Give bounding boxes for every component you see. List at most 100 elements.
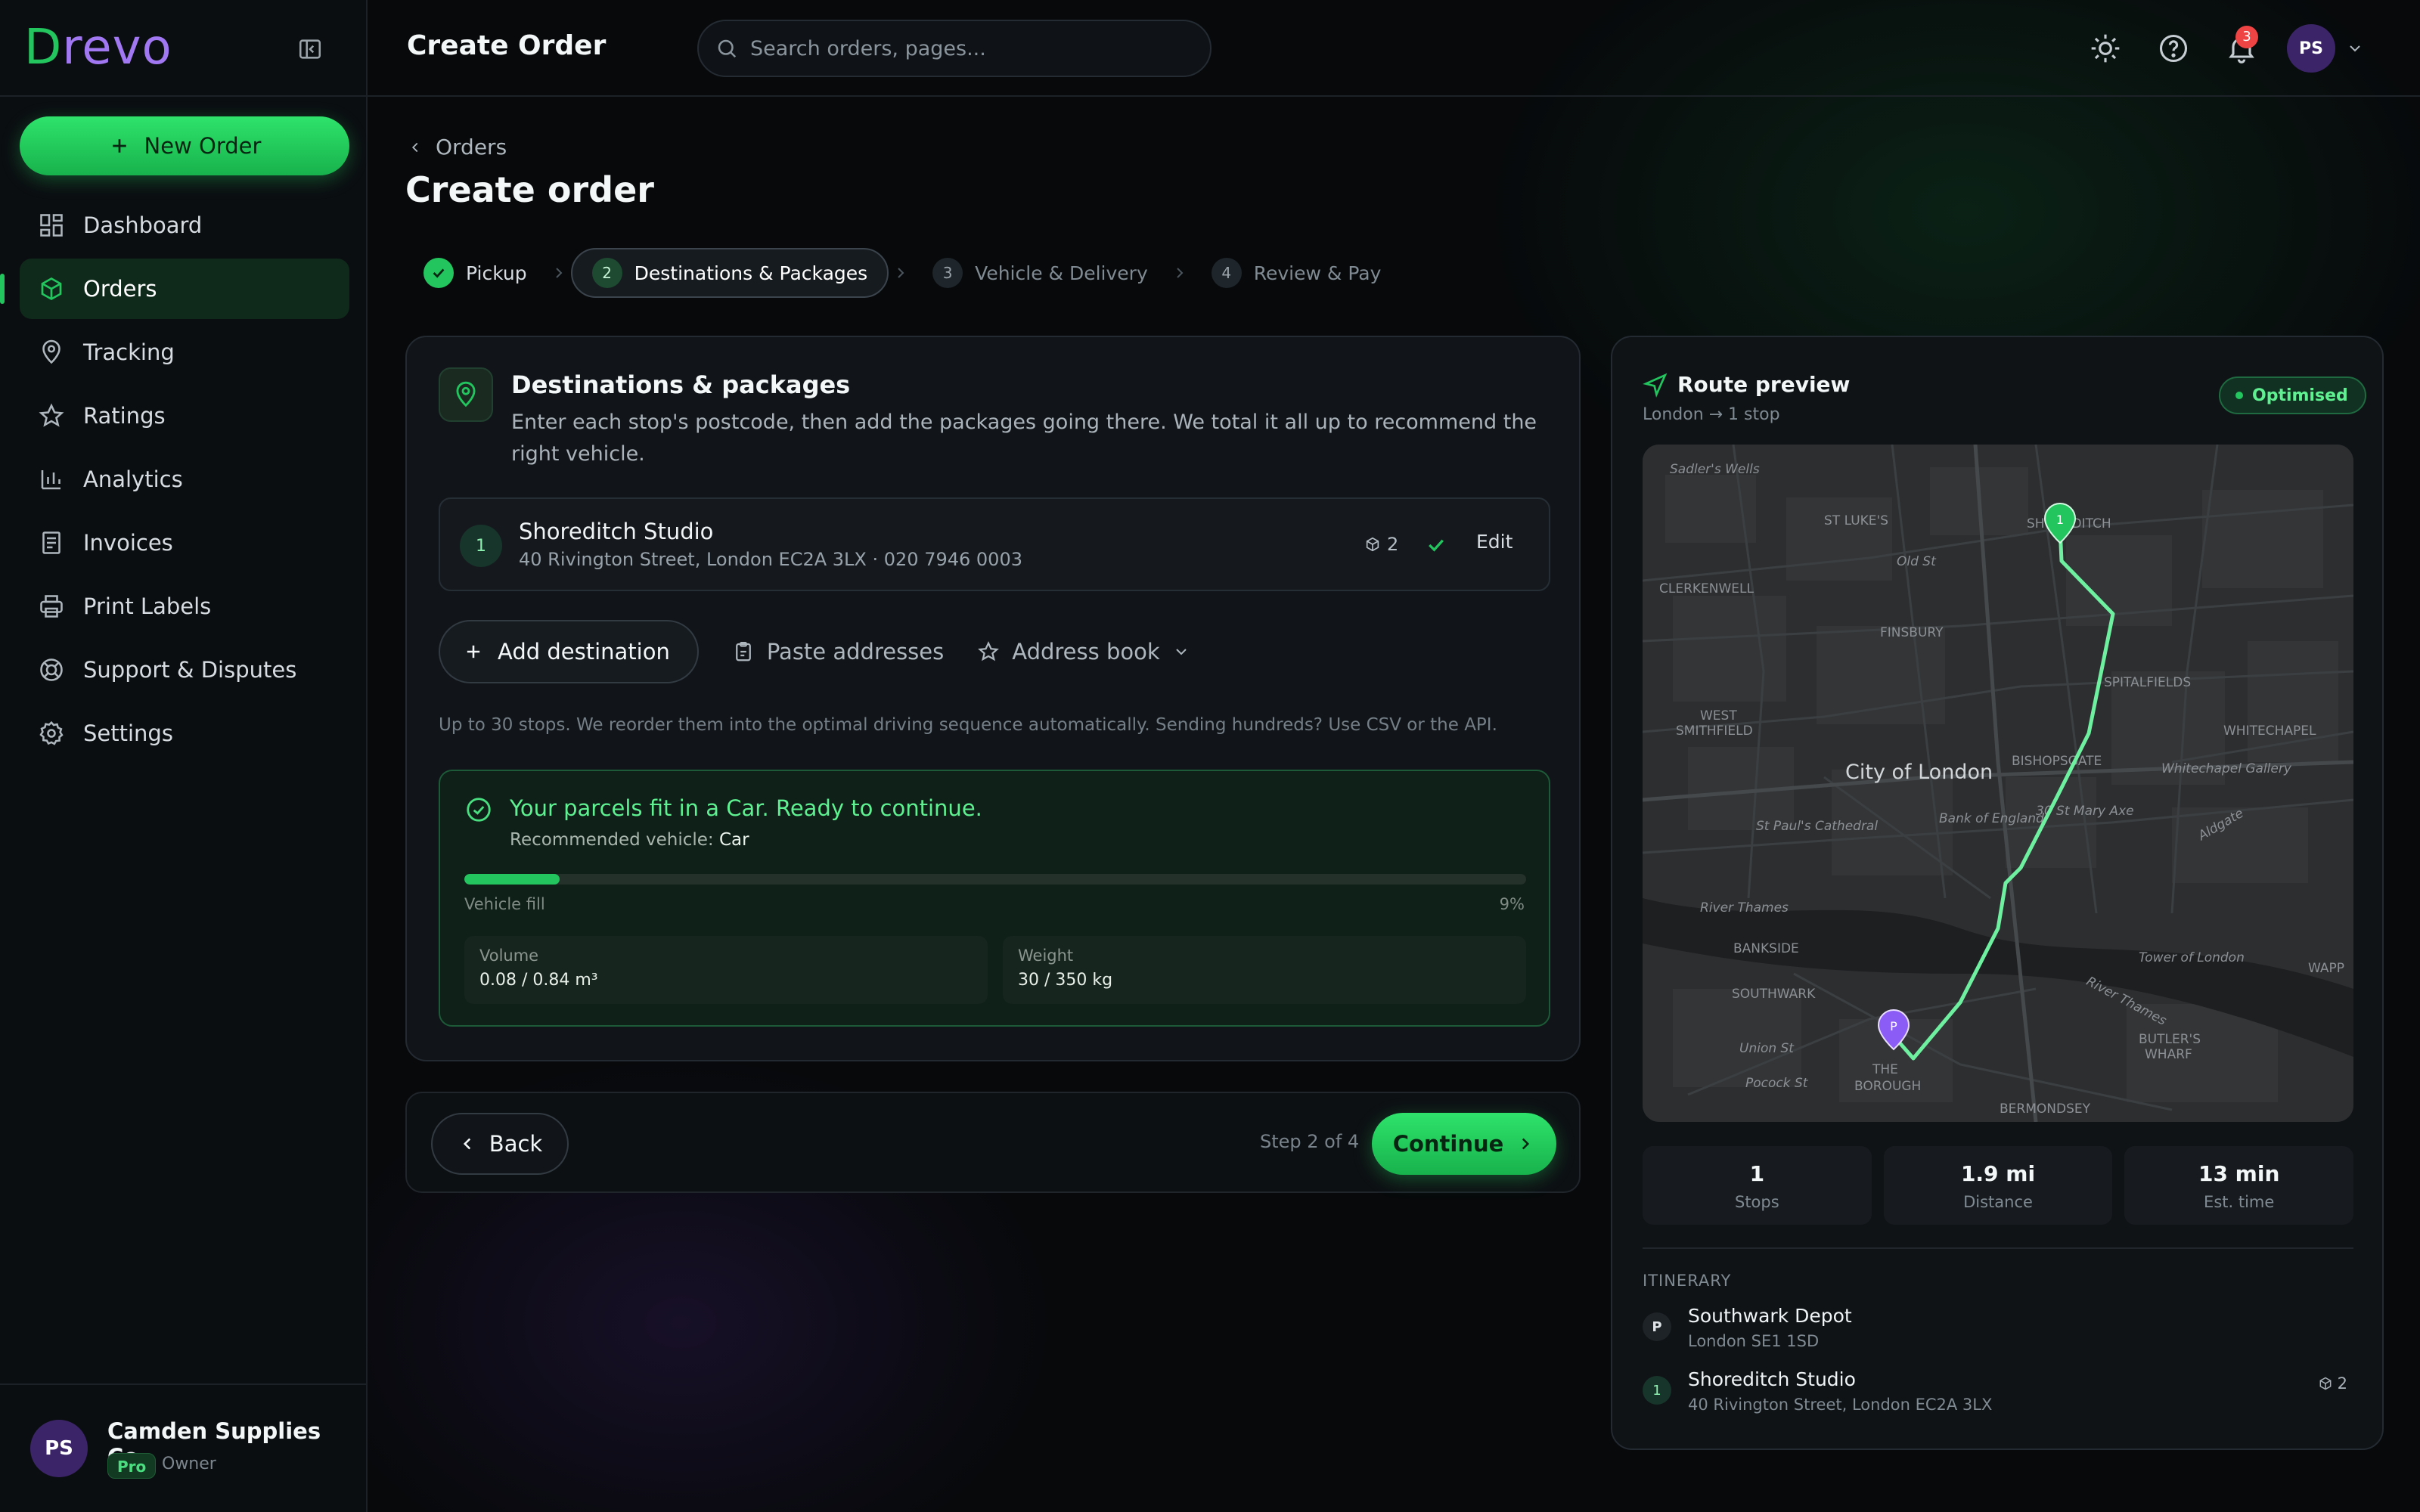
sidebar-item-orders[interactable]: Orders (0, 259, 349, 319)
recommended-vehicle-value: Car (719, 830, 749, 850)
map-label-bankside: BANKSIDE (1733, 941, 1799, 956)
continue-button[interactable]: Continue (1372, 1113, 1556, 1175)
stop-pin-label: 1 (2056, 513, 2064, 527)
itinerary-address: 40 Rivington Street, London EC2A 3LX (1688, 1396, 1993, 1414)
add-destination-button[interactable]: Add destination (439, 620, 699, 683)
star-icon (978, 641, 1000, 662)
itinerary-heading: ITINERARY (1643, 1272, 1732, 1290)
plus-icon (467, 645, 480, 658)
stat-stops: 1 Stops (1643, 1146, 1872, 1225)
lifebuoy-icon (40, 658, 63, 681)
map-label-whitechapel-gallery: Whitechapel Gallery (2161, 761, 2292, 776)
optimised-label: Optimised (2252, 386, 2348, 405)
destination-row[interactable]: 1 Shoreditch Studio 40 Rivington Street,… (439, 497, 1550, 591)
search-box[interactable] (697, 20, 1212, 77)
logo[interactable]: Drevo (24, 20, 172, 76)
check-icon (1429, 539, 1444, 552)
step-review[interactable]: 4 Review & Pay (1192, 248, 1401, 298)
itinerary-item[interactable]: P Southwark Depot London SE1 1SD (1643, 1305, 2353, 1358)
back-label: Back (489, 1131, 543, 1157)
chevron-right-icon (1177, 268, 1184, 278)
itinerary-packages: 2 (2318, 1374, 2347, 1393)
sidebar-item-analytics[interactable]: Analytics (20, 449, 349, 510)
stat-label: Stops (1734, 1193, 1779, 1211)
printer-icon (40, 595, 63, 618)
map-canvas: Sadler's Wells ST LUKE'S SHOREDITCH Old … (1643, 445, 2353, 1122)
step-number: 3 (932, 258, 963, 288)
stat-value: 1 (1749, 1161, 1765, 1186)
notification-badge: 3 (2235, 26, 2258, 48)
optimised-badge: Optimised (2219, 376, 2366, 414)
sidebar-item-label: Dashboard (83, 212, 203, 238)
map-label-city-of-london: City of London (1845, 761, 1993, 784)
vehicle-fill-progress (464, 874, 560, 885)
new-order-button[interactable]: New Order (20, 116, 349, 175)
user-avatar[interactable]: PS (2287, 24, 2335, 73)
step-label: Review & Pay (1253, 262, 1382, 284)
package-icon (2319, 1377, 2332, 1390)
sidebar-item-label: Analytics (83, 466, 183, 492)
step-vehicle[interactable]: 3 Vehicle & Delivery (913, 248, 1168, 298)
paste-addresses-button[interactable]: Paste addresses (732, 639, 944, 665)
help-icon[interactable] (2157, 32, 2190, 65)
account-switcher[interactable]: PS Camden Supplies Co. Pro Owner (0, 1383, 368, 1512)
sidebar-nav: Dashboard Orders Tracking Ratings Analyt… (0, 195, 349, 767)
step-label: Destinations & Packages (634, 262, 868, 284)
back-button[interactable]: Back (431, 1113, 569, 1175)
vehicle-fill-bar (464, 874, 1526, 885)
sidebar-item-invoices[interactable]: Invoices (20, 513, 349, 573)
search-input[interactable] (750, 36, 1174, 60)
continue-label: Continue (1392, 1131, 1504, 1157)
sidebar-item-label: Tracking (83, 339, 175, 365)
search-icon (718, 39, 737, 58)
sidebar-item-label: Ratings (83, 403, 166, 429)
map-label-pocock-st: Pocock St (1745, 1076, 1809, 1091)
vehicle-fill-percent: 9% (1499, 895, 1525, 913)
star-icon (39, 403, 64, 427)
step-number: 4 (1211, 258, 1242, 288)
sidebar-item-tracking[interactable]: Tracking (20, 322, 349, 383)
wizard-actions: Back Step 2 of 4 Continue (405, 1092, 1581, 1193)
itinerary-item[interactable]: 1 Shoreditch Studio 40 Rivington Street,… (1643, 1368, 2353, 1421)
route-map[interactable]: Sadler's Wells ST LUKE'S SHOREDITCH Old … (1643, 445, 2353, 1122)
map-label-clerkenwell: CLERKENWELL (1659, 581, 1754, 596)
sidebar-item-dashboard[interactable]: Dashboard (20, 195, 349, 256)
map-label-butlers-1: BUTLER'S (2139, 1032, 2201, 1047)
stat-value: 13 min (2198, 1161, 2280, 1186)
step-number: 2 (591, 258, 622, 288)
map-label-river-thames-1: River Thames (1700, 900, 1789, 916)
map-label-west: WEST (1700, 708, 1737, 723)
status-dot (2235, 392, 2243, 399)
bar-chart-icon (41, 470, 60, 490)
address-book-button[interactable]: Address book (977, 639, 1190, 665)
breadcrumb[interactable]: Orders (407, 135, 507, 160)
sun-icon[interactable] (2089, 32, 2122, 65)
breadcrumb-orders[interactable]: Orders (436, 135, 507, 160)
map-pin-icon (42, 339, 60, 364)
route-preview-card: Route preview London → 1 stop Optimised (1611, 336, 2384, 1450)
pickup-pin-label: P (1890, 1019, 1897, 1033)
edit-stop-button[interactable]: Edit (1476, 531, 1512, 553)
step-destinations[interactable]: 2 Destinations & Packages (570, 248, 889, 298)
stops-hint: Up to 30 stops. We reorder them into the… (439, 715, 1497, 735)
sidebar-collapse-icon[interactable] (296, 36, 324, 62)
itinerary-name: Southwark Depot (1688, 1305, 1852, 1327)
recommended-vehicle: Recommended vehicle: Car (510, 830, 749, 850)
sidebar-item-label: Support & Disputes (83, 657, 297, 683)
add-destination-label: Add destination (498, 639, 670, 665)
sidebar-item-ratings[interactable]: Ratings (20, 386, 349, 446)
header-title: Create Order (407, 30, 607, 61)
sidebar-item-support[interactable]: Support & Disputes (20, 640, 349, 700)
stepper: Pickup 2 Destinations & Packages 3 Vehic… (405, 246, 1401, 299)
map-label-whitechapel: WHITECHAPEL (2223, 723, 2316, 739)
sidebar-item-settings[interactable]: Settings (20, 703, 349, 764)
card-icon (439, 367, 493, 422)
chevron-down-icon[interactable] (2346, 39, 2364, 57)
sidebar-item-print-labels[interactable]: Print Labels (20, 576, 349, 637)
step-pickup[interactable]: Pickup (405, 248, 547, 298)
map-label-spitalfields: SPITALFIELDS (2104, 675, 2191, 690)
itinerary-name: Shoreditch Studio (1688, 1368, 1856, 1390)
itinerary-package-count: 2 (2337, 1374, 2347, 1393)
step-label: Vehicle & Delivery (975, 262, 1148, 284)
package-count-value: 2 (1387, 534, 1399, 555)
